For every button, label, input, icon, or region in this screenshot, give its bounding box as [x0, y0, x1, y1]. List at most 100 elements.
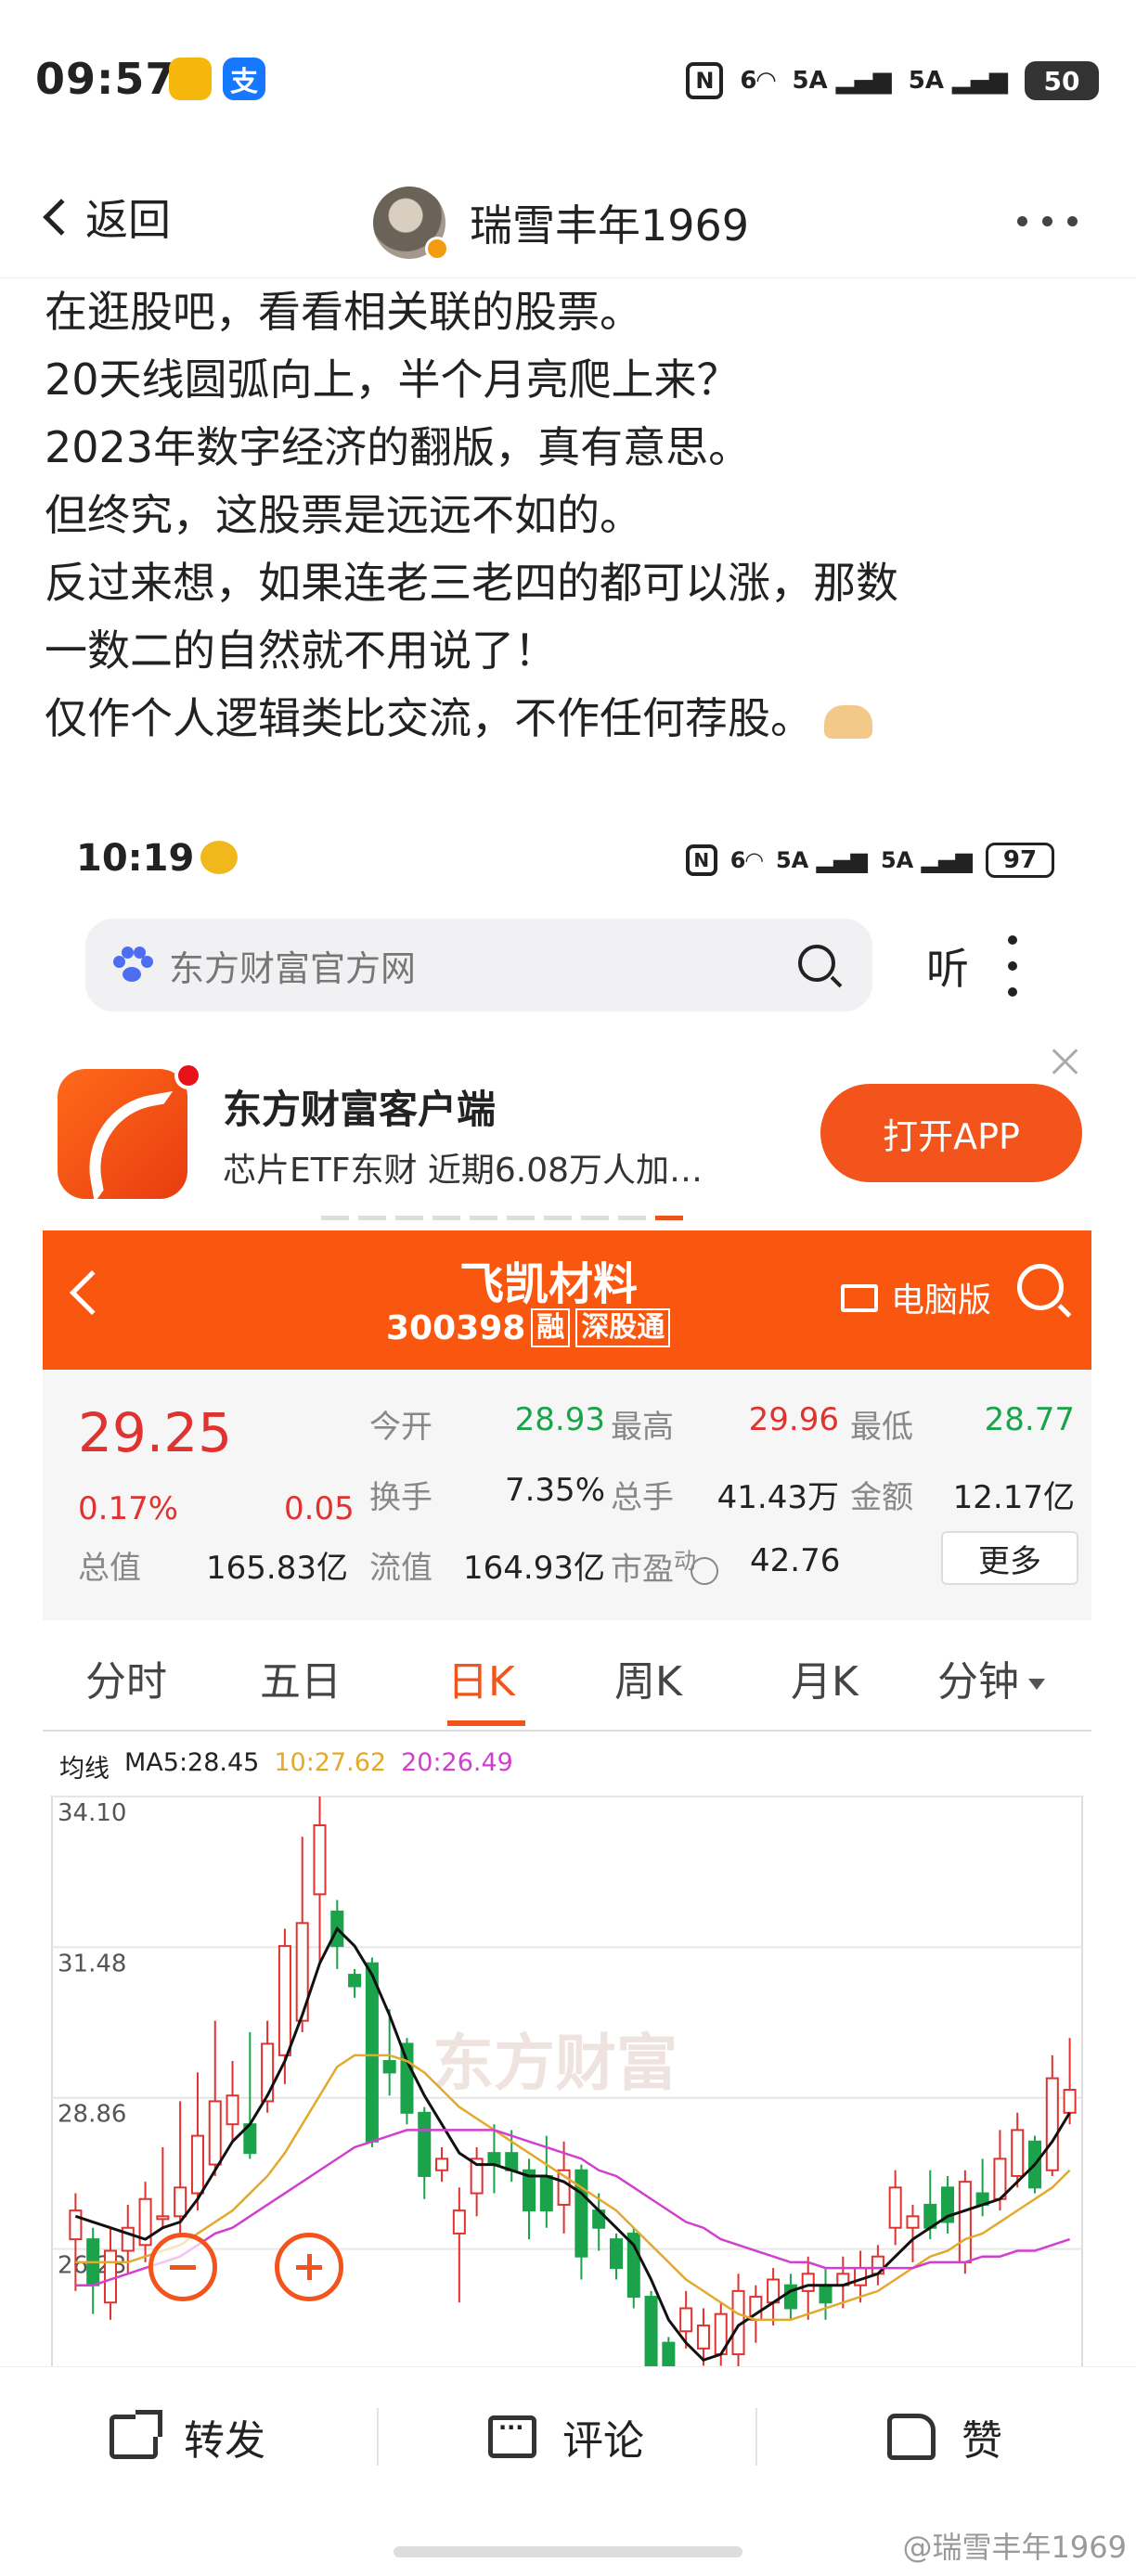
- desktop-version-link[interactable]: 电脑版: [891, 1273, 991, 1321]
- high-value: 29.96: [748, 1401, 839, 1438]
- search-icon[interactable]: [798, 945, 835, 982]
- tab-weekly-k[interactable]: 周K: [614, 1648, 682, 1707]
- signal-icon-2: 5A ▂▄▆: [908, 67, 1008, 95]
- status-bar: 09:57 支 N 6◠ 5A ▂▄▆ 5A ▂▄▆ 50: [0, 0, 1136, 167]
- volume-value: 41.43万: [716, 1479, 839, 1516]
- like-button[interactable]: 赞: [887, 2404, 1002, 2469]
- candle-up: [696, 2325, 710, 2350]
- more-options-button[interactable]: [1017, 202, 1091, 239]
- y-tick-label: 34.10: [58, 1799, 126, 1827]
- tab-minute[interactable]: 分钟: [937, 1648, 1045, 1707]
- candle-down: [365, 1962, 379, 2143]
- stock-code: 300398: [386, 1308, 526, 1347]
- dot-icon: [1017, 215, 1027, 226]
- author-name[interactable]: 瑞雪丰年1969: [470, 192, 749, 253]
- candle-down: [539, 2174, 553, 2212]
- change-amount: 0.05: [284, 1490, 355, 1527]
- thumbs-up-icon: [887, 2414, 936, 2460]
- candle-up: [1063, 2089, 1077, 2114]
- like-label: 赞: [962, 2417, 1002, 2465]
- open-app-button[interactable]: 打开APP: [820, 1084, 1082, 1182]
- info-icon: [691, 1556, 718, 1585]
- author-info[interactable]: 瑞雪丰年1969: [373, 167, 749, 278]
- candle-down: [418, 2111, 432, 2177]
- avatar[interactable]: [373, 187, 449, 261]
- change-percent: 0.17%: [78, 1490, 179, 1527]
- market-cap-label: 总值: [78, 1550, 141, 1587]
- pe-label: 市盈动: [611, 1542, 718, 1589]
- chart-watermark: 东方财富: [432, 2028, 678, 2099]
- candle-up: [1011, 2129, 1025, 2177]
- divider: [377, 2408, 379, 2466]
- listen-button[interactable]: 听: [926, 935, 969, 997]
- turnover-label: 换手: [369, 1479, 432, 1516]
- search-bar[interactable]: 东方财富官方网: [85, 919, 872, 1011]
- search-icon[interactable]: [1017, 1264, 1064, 1310]
- candle-down: [574, 2169, 588, 2258]
- quote-panel: 29.25 0.17% 0.05 总值 165.83亿 今开 28.93 最高 …: [43, 1370, 1091, 1620]
- candle-up: [679, 2307, 693, 2333]
- stock-code-line: 300398 融 深股通: [386, 1308, 671, 1347]
- candle-up: [226, 2094, 239, 2126]
- candle-down: [644, 2296, 658, 2366]
- margin-tag: 融: [531, 1308, 571, 1347]
- zoom-in-button[interactable]: [275, 2233, 343, 2301]
- open-label: 今开: [369, 1409, 432, 1446]
- repost-button[interactable]: 转发: [110, 2404, 265, 2469]
- open-value: 28.93: [514, 1401, 605, 1438]
- wifi-icon: 6◠: [729, 847, 763, 873]
- post-text: 在逛股吧，看看相关联的股票。 20天线圆弧向上，半个月亮爬上来？ 2023年数字…: [45, 278, 1103, 753]
- float-cap-value: 164.93亿: [463, 1550, 605, 1587]
- home-indicator[interactable]: [394, 2546, 742, 2557]
- baidu-paw-icon: [113, 947, 153, 984]
- post-line: 但终究，这股票是远远不如的。: [45, 490, 642, 540]
- app-promo-banner[interactable]: 东方财富客户端 芯片ETF东财 近期6.08万人加… 打开APP: [43, 1036, 1091, 1212]
- candle-down: [662, 2341, 676, 2366]
- candle-up: [313, 1823, 327, 1896]
- tab-five-day[interactable]: 五日: [260, 1648, 342, 1707]
- current-price: 29.25: [78, 1401, 233, 1464]
- post-line: 反过来想，如果连老三老四的都可以涨，那数: [45, 558, 898, 608]
- post-line-last: 仅作个人逻辑类比交流，不作任何荐股。: [45, 685, 1103, 753]
- eastmoney-logo: [58, 1069, 187, 1199]
- attached-screenshot[interactable]: 10:19 N 6◠ 5A ▂▄▆ 5A ▂▄▆ 97 东方财富官方网 听 东方…: [43, 798, 1091, 2366]
- post-line: 20天线圆弧向上，半个月亮爬上来？: [45, 354, 740, 405]
- desktop-icon[interactable]: [841, 1284, 878, 1312]
- tab-daily-k[interactable]: 日K: [447, 1648, 515, 1707]
- dropdown-triangle-icon: [1028, 1679, 1045, 1690]
- dot-icon: [1067, 215, 1078, 226]
- candle-up: [958, 2181, 972, 2263]
- chart-period-tabs: 分时 五日 日K 周K 月K 分钟: [43, 1620, 1091, 1732]
- candle-up: [906, 2215, 920, 2229]
- zoom-out-button[interactable]: [148, 2233, 217, 2301]
- amount-label: 金额: [850, 1479, 913, 1516]
- candle-down: [487, 2152, 501, 2166]
- signal-icon: 5A ▂▄▆: [792, 67, 892, 95]
- folded-hands-emoji-icon: [824, 704, 872, 739]
- more-vertical-icon[interactable]: [1008, 935, 1019, 997]
- more-button[interactable]: 更多: [941, 1531, 1078, 1585]
- weibo-icon: [169, 58, 212, 100]
- nfc-icon: N: [685, 844, 717, 876]
- candle-up: [174, 2186, 187, 2218]
- chevron-left-icon: [43, 199, 80, 236]
- candle-up: [103, 2249, 117, 2304]
- candle-up: [156, 2215, 170, 2221]
- status-time: 09:57: [35, 54, 176, 104]
- pe-value: 42.76: [750, 1542, 841, 1579]
- comment-label: 评论: [562, 2417, 644, 2465]
- tab-intraday[interactable]: 分时: [85, 1648, 167, 1707]
- carousel-indicator: [321, 1216, 683, 1221]
- comment-button[interactable]: 评论: [488, 2404, 644, 2469]
- candle-up: [993, 2157, 1007, 2200]
- weibo-icon: [200, 841, 238, 874]
- post-line: 在逛股吧，看看相关联的股票。: [45, 287, 642, 337]
- close-icon[interactable]: [1049, 1045, 1082, 1078]
- back-button[interactable]: 返回: [39, 180, 171, 254]
- candle-up: [888, 2186, 902, 2229]
- float-cap-label: 流值: [369, 1550, 432, 1587]
- signal-icon: 5A ▂▄▆: [775, 847, 868, 873]
- tab-monthly-k[interactable]: 月K: [791, 1648, 858, 1707]
- promo-title: 东方财富客户端: [223, 1087, 497, 1132]
- verified-icon: [425, 237, 449, 261]
